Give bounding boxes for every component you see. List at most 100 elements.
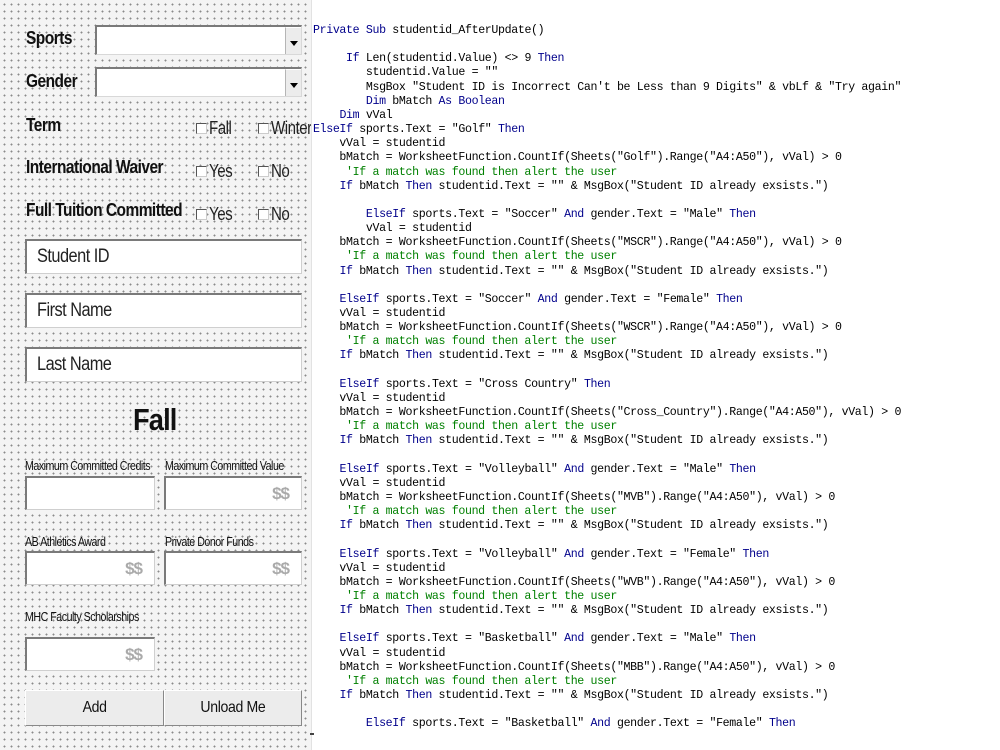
code-comment: 'If a match was found then alert the use… [313, 590, 617, 603]
waiver-yes-checkbox[interactable]: Yes [196, 160, 237, 182]
code-line[interactable]: 'If a match was found then alert the use… [313, 590, 617, 604]
code-text: vVal = studentid [313, 476, 446, 490]
code-text: bMatch = WorksheetFunction.CountIf(Sheet… [313, 575, 835, 589]
code-keyword: ElseIf [339, 632, 380, 646]
code-line[interactable]: ElseIf sports.Text = "Golf" Then [313, 123, 525, 137]
code-line[interactable]: 'If a match was found then alert the use… [313, 675, 617, 689]
code-line[interactable]: ElseIf sports.Text = "Basketball" And ge… [313, 632, 756, 646]
checkbox-box[interactable] [196, 165, 207, 177]
checkbox-box[interactable] [196, 122, 207, 134]
code-line[interactable]: 'If a match was found then alert the use… [313, 166, 617, 180]
code-line[interactable]: If Len(studentid.Value) <> 9 Then [313, 52, 564, 66]
code-line[interactable]: bMatch = WorksheetFunction.CountIf(Sheet… [313, 576, 835, 590]
code-line[interactable]: If bMatch Then studentid.Text = "" & Msg… [313, 519, 828, 533]
code-line[interactable]: 'If a match was found then alert the use… [313, 505, 617, 519]
term-fall-checkbox[interactable]: Fall [196, 117, 236, 139]
tuition-no-checkbox[interactable]: No [258, 203, 293, 225]
code-text: bMatch = WorksheetFunction.CountIf(Sheet… [313, 236, 842, 250]
first-name-field[interactable]: First Name [25, 293, 302, 328]
term-winter-checkbox[interactable]: Winter [258, 117, 311, 139]
code-line[interactable]: If bMatch Then studentid.Text = "" & Msg… [313, 349, 828, 363]
max-credits-field[interactable] [25, 476, 155, 510]
code-text: sports.Text = "Basketball" [379, 632, 565, 646]
code-keyword: Then [729, 207, 756, 221]
last-name-field[interactable]: Last Name [25, 347, 302, 382]
code-line[interactable]: 'If a match was found then alert the use… [313, 335, 617, 349]
code-text: vVal = studentid [313, 222, 472, 236]
code-text: MsgBox "Student ID is Incorrect Can't be… [313, 80, 902, 94]
athletics-award-field[interactable]: $$ [25, 551, 155, 585]
code-line[interactable]: 'If a match was found then alert the use… [313, 420, 617, 434]
code-line[interactable]: vVal = studentid [313, 392, 445, 406]
checkbox-box[interactable] [258, 208, 269, 220]
code-line[interactable]: Dim bMatch As Boolean [313, 95, 505, 109]
unload-me-button[interactable]: Unload Me [164, 690, 302, 726]
code-line[interactable]: vVal = studentid [313, 562, 445, 576]
code-line[interactable]: vVal = studentid [313, 307, 445, 321]
code-line[interactable]: Dim vVal [313, 109, 392, 123]
code-line[interactable]: If bMatch Then studentid.Text = "" & Msg… [313, 265, 828, 279]
code-line[interactable]: bMatch = WorksheetFunction.CountIf(Sheet… [313, 491, 835, 505]
code-line[interactable]: ElseIf sports.Text = "Soccer" And gender… [313, 208, 756, 222]
code-line[interactable]: ElseIf sports.Text = "Basketball" And ge… [313, 717, 796, 731]
code-line[interactable]: bMatch = WorksheetFunction.CountIf(Sheet… [313, 151, 842, 165]
code-text: sports.Text = "Cross Country" [379, 377, 584, 391]
code-text: studentid.Text = "" & MsgBox("Student ID… [431, 519, 829, 533]
waiver-no-checkbox[interactable]: No [258, 160, 293, 182]
code-line[interactable]: ElseIf sports.Text = "Soccer" And gender… [313, 293, 742, 307]
code-line[interactable]: 'If a match was found then alert the use… [313, 250, 617, 264]
code-line[interactable]: If bMatch Then studentid.Text = "" & Msg… [313, 604, 828, 618]
donor-funds-field[interactable]: $$ [164, 551, 302, 585]
add-button[interactable]: Add [25, 690, 164, 726]
code-line[interactable]: studentid.Value = "" [313, 66, 499, 80]
code-line[interactable]: vVal = studentid [313, 477, 445, 491]
code-line[interactable]: bMatch = WorksheetFunction.CountIf(Sheet… [313, 236, 842, 250]
code-text: bMatch = WorksheetFunction.CountIf(Sheet… [313, 490, 835, 504]
code-keyword: Then [405, 179, 433, 193]
code-line[interactable]: bMatch = WorksheetFunction.CountIf(Sheet… [313, 321, 842, 335]
checkbox-box[interactable] [258, 165, 269, 177]
gender-combobox[interactable] [95, 67, 302, 97]
code-keyword: And [564, 632, 584, 646]
chevron-down-icon[interactable] [285, 69, 301, 96]
code-text: bMatch = WorksheetFunction.CountIf(Sheet… [313, 660, 835, 674]
code-line[interactable]: If bMatch Then studentid.Text = "" & Msg… [313, 434, 828, 448]
max-value-field[interactable]: $$ [164, 476, 302, 510]
code-keyword: And [564, 462, 584, 476]
code-line[interactable]: bMatch = WorksheetFunction.CountIf(Sheet… [313, 661, 835, 675]
checkbox-box[interactable] [196, 208, 207, 220]
code-line[interactable]: vVal = studentid [313, 137, 445, 151]
code-line[interactable]: vVal = studentid [313, 222, 472, 236]
tuition-yes-checkbox[interactable]: Yes [196, 203, 237, 225]
code-line[interactable]: ElseIf sports.Text = "Volleyball" And ge… [313, 548, 769, 562]
checkbox-label: Fall [209, 117, 232, 138]
code-keyword: If [339, 604, 353, 618]
chevron-down-icon[interactable] [285, 27, 301, 54]
student-id-field[interactable]: Student ID [25, 239, 302, 274]
code-text: bMatch [352, 349, 406, 363]
code-text: bMatch [352, 434, 406, 448]
code-text: studentid.Text = "" & MsgBox("Student ID… [431, 264, 829, 278]
code-line[interactable]: Private Sub studentid_AfterUpdate() [313, 24, 545, 38]
faculty-scholarships-field[interactable]: $$ [25, 637, 155, 671]
code-line[interactable]: If bMatch Then studentid.Text = "" & Msg… [313, 689, 828, 703]
code-line[interactable]: MsgBox "Student ID is Incorrect Can't be… [313, 80, 902, 95]
vba-code-editor[interactable]: Private Sub studentid_AfterUpdate() If L… [313, 0, 1000, 750]
term-label: Term [26, 115, 61, 135]
code-text: studentid.Text = "" & MsgBox("Student ID… [431, 349, 829, 363]
code-text: vVal = studentid [313, 307, 446, 320]
code-line[interactable]: vVal = studentid [313, 647, 445, 661]
checkbox-box[interactable] [258, 122, 269, 134]
code-line[interactable]: ElseIf sports.Text = "Volleyball" And ge… [313, 463, 756, 477]
code-keyword: If [346, 52, 360, 66]
sports-combobox[interactable] [95, 25, 302, 55]
code-line[interactable]: If bMatch Then studentid.Text = "" & Msg… [313, 180, 828, 194]
code-line[interactable]: ElseIf sports.Text = "Cross Country" The… [313, 378, 610, 392]
code-keyword: Then [729, 462, 756, 476]
code-comment: 'If a match was found then alert the use… [313, 674, 617, 688]
code-keyword: If [339, 179, 353, 193]
max-value-label: Maximum Committed Value [165, 458, 284, 473]
code-line[interactable]: bMatch = WorksheetFunction.CountIf(Sheet… [313, 406, 901, 420]
